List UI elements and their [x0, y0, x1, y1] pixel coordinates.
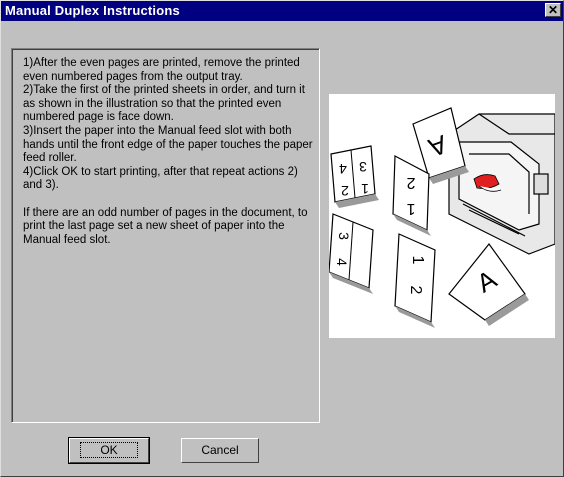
instructions-text: 1)After the even pages are printed, remo… [23, 57, 313, 246]
cancel-button-label: Cancel [201, 443, 239, 457]
sheet-label: 1 [361, 181, 369, 197]
sheet-lower-middle: 1 2 [394, 233, 436, 328]
sheet-pair-upper-left: 4 3 2 1 [330, 145, 379, 208]
ok-button-label: OK [80, 442, 138, 458]
sheet-label: 3 [359, 159, 367, 175]
ok-button[interactable]: OK [68, 437, 150, 464]
sheet-label: 4 [334, 258, 350, 266]
window-title: Manual Duplex Instructions [5, 3, 180, 18]
duplex-illustration: A 4 3 2 1 2 1 3 4 1 2 A [328, 94, 556, 338]
close-button[interactable]: ✕ [545, 3, 561, 17]
sheet-label: 4 [339, 161, 347, 177]
sheet-label: 3 [336, 232, 352, 240]
cancel-button[interactable]: Cancel [181, 438, 259, 463]
sheet-label: 1 [406, 200, 415, 217]
printer-icon [448, 113, 556, 255]
sheet-label: 2 [407, 286, 424, 295]
sheet-pair-lower-left: 3 4 [328, 213, 374, 294]
sheet-label: 2 [406, 174, 415, 191]
instructions-panel: 1)After the even pages are printed, remo… [11, 48, 320, 423]
sheet-label: 2 [341, 183, 349, 199]
title-bar[interactable]: Manual Duplex Instructions ✕ [1, 1, 563, 21]
sheet-middle: 2 1 [392, 155, 431, 236]
printer-illustration-svg: A 4 3 2 1 2 1 3 4 1 2 A [328, 107, 556, 328]
dialog-window: Manual Duplex Instructions ✕ 1)After the… [0, 0, 564, 477]
close-icon: ✕ [547, 3, 559, 17]
sheet-label: 1 [409, 256, 426, 265]
sheet-a-bottom: A [448, 243, 529, 326]
